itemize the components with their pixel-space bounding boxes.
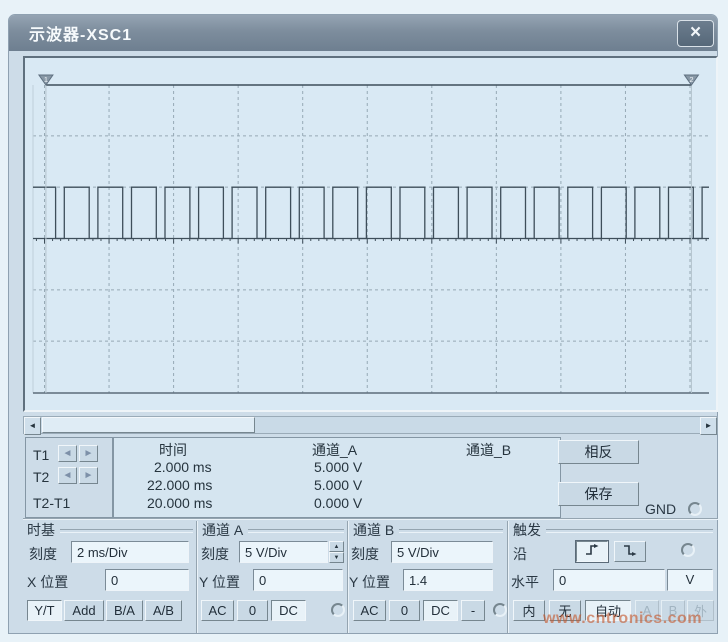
timebase-scale-label: 刻度: [29, 544, 57, 564]
channel-b-zero-button[interactable]: 0: [389, 600, 420, 621]
channel-a-ypos-field[interactable]: [253, 569, 343, 591]
channel-b-scale-field[interactable]: [391, 541, 493, 563]
scroll-left-button[interactable]: ◄: [24, 417, 41, 435]
channel-a-ypos-label: Y 位置: [199, 572, 240, 592]
timebase-xpos-field[interactable]: [105, 569, 189, 591]
col-time-header: 时间: [159, 440, 187, 460]
trigger-group-header: 触发: [513, 520, 713, 540]
group-line: [546, 529, 713, 533]
right-arrow-icon: ►: [84, 448, 94, 459]
falling-edge-icon: [622, 543, 638, 557]
section-divider: [196, 521, 198, 633]
t1-left-button[interactable]: ◄: [58, 445, 77, 462]
oscilloscope-window: 示波器-XSC1 × 12 ◄ ► T1 ◄ ► T2 ◄ ► T2-T1 时间…: [8, 14, 718, 634]
gnd-terminal-icon: [688, 502, 702, 516]
t1-label: T1: [33, 447, 49, 463]
up-arrow-icon: ▲: [334, 544, 340, 550]
mode-add-button[interactable]: Add: [64, 600, 104, 621]
channel-b-ypos-field[interactable]: [403, 569, 493, 591]
left-arrow-icon: ◄: [63, 470, 73, 481]
trigger-internal-button[interactable]: 内: [513, 600, 545, 621]
channel-b-title: 通道 B: [353, 520, 394, 540]
cursor-1-label: 1: [44, 75, 48, 84]
scroll-right-button[interactable]: ►: [700, 417, 717, 435]
channel-a-title: 通道 A: [202, 520, 243, 540]
channel-a-trace: [33, 187, 709, 238]
left-arrow-icon: ◄: [29, 421, 37, 430]
channel-b-input-terminal-icon[interactable]: [493, 603, 507, 617]
right-arrow-icon: ►: [84, 470, 94, 481]
t1-time-value: 2.000 ms: [154, 459, 212, 475]
channel-a-scale-down-button[interactable]: ▼: [329, 552, 344, 563]
channel-a-group-header: 通道 A: [202, 520, 344, 540]
channel-b-minus-button[interactable]: -: [461, 600, 485, 621]
title-bar[interactable]: 示波器-XSC1: [9, 15, 717, 51]
cursor-2-label: 2: [689, 75, 693, 84]
trigger-level-field[interactable]: [553, 569, 665, 591]
right-arrow-icon: ►: [705, 421, 713, 430]
trigger-edge-label: 沿: [513, 544, 527, 564]
dt-time-value: 20.000 ms: [147, 495, 212, 511]
mode-ba-button[interactable]: B/A: [106, 600, 143, 621]
group-line: [60, 529, 193, 533]
t2-label: T2: [33, 469, 49, 485]
save-button[interactable]: 保存: [558, 482, 639, 506]
timebase-group-header: 时基: [27, 520, 193, 540]
col-channel-b-header: 通道_B: [466, 440, 511, 460]
channel-b-ypos-label: Y 位置: [349, 572, 390, 592]
t2-time-value: 22.000 ms: [147, 477, 212, 493]
close-icon: ×: [690, 22, 701, 43]
timebase-scale-field[interactable]: [71, 541, 189, 563]
channel-a-scale-up-button[interactable]: ▲: [329, 541, 344, 552]
channel-a-ac-button[interactable]: AC: [201, 600, 234, 621]
rising-edge-icon: [584, 543, 600, 557]
channel-a-dc-button[interactable]: DC: [271, 600, 306, 621]
trigger-level-label: 水平: [511, 572, 539, 592]
timebase-title: 时基: [27, 520, 55, 540]
t2-channel-a-value: 5.000 V: [314, 477, 362, 493]
scroll-thumb[interactable]: [42, 417, 255, 433]
trigger-level-unit: V: [667, 569, 713, 591]
scope-plot: 12: [25, 58, 716, 410]
mode-yt-button[interactable]: Y/T: [27, 600, 62, 621]
channel-a-scale-field[interactable]: [239, 541, 328, 563]
channel-b-group-header: 通道 B: [353, 520, 503, 540]
channel-a-zero-button[interactable]: 0: [237, 600, 268, 621]
trigger-edge-radio[interactable]: [681, 543, 695, 557]
channel-a-scale-label: 刻度: [201, 544, 229, 564]
trigger-rising-edge-button[interactable]: [576, 541, 608, 562]
trigger-title: 触发: [513, 520, 541, 540]
group-line: [399, 529, 503, 533]
oscilloscope-display: 12: [23, 56, 718, 412]
left-arrow-icon: ◄: [63, 448, 73, 459]
measurement-table: 时间 通道_A 通道_B 2.000 ms 5.000 V 22.000 ms …: [113, 437, 561, 518]
watermark: www.cntronics.com: [543, 610, 702, 628]
channel-b-scale-label: 刻度: [351, 544, 379, 564]
down-arrow-icon: ▼: [334, 555, 340, 561]
timebase-xpos-label: X 位置: [27, 572, 68, 592]
channel-b-ac-button[interactable]: AC: [353, 600, 386, 621]
trigger-falling-edge-button[interactable]: [614, 541, 646, 562]
cursor-control-box: T1 ◄ ► T2 ◄ ► T2-T1: [25, 437, 113, 518]
col-channel-a-header: 通道_A: [312, 440, 357, 460]
t2-t1-label: T2-T1: [33, 495, 70, 511]
t2-right-button[interactable]: ►: [79, 467, 98, 484]
window-title: 示波器-XSC1: [29, 21, 132, 45]
dt-channel-a-value: 0.000 V: [314, 495, 362, 511]
reverse-button[interactable]: 相反: [558, 440, 639, 464]
close-button[interactable]: ×: [677, 20, 714, 47]
gnd-label: GND: [645, 501, 676, 517]
scope-hscrollbar[interactable]: ◄ ►: [23, 416, 718, 434]
section-divider: [507, 521, 509, 633]
channel-b-dc-button[interactable]: DC: [423, 600, 458, 621]
group-line: [248, 529, 344, 533]
t2-left-button[interactable]: ◄: [58, 467, 77, 484]
channel-a-input-terminal-icon[interactable]: [331, 603, 345, 617]
t1-right-button[interactable]: ►: [79, 445, 98, 462]
mode-ab-button[interactable]: A/B: [145, 600, 182, 621]
t1-channel-a-value: 5.000 V: [314, 459, 362, 475]
